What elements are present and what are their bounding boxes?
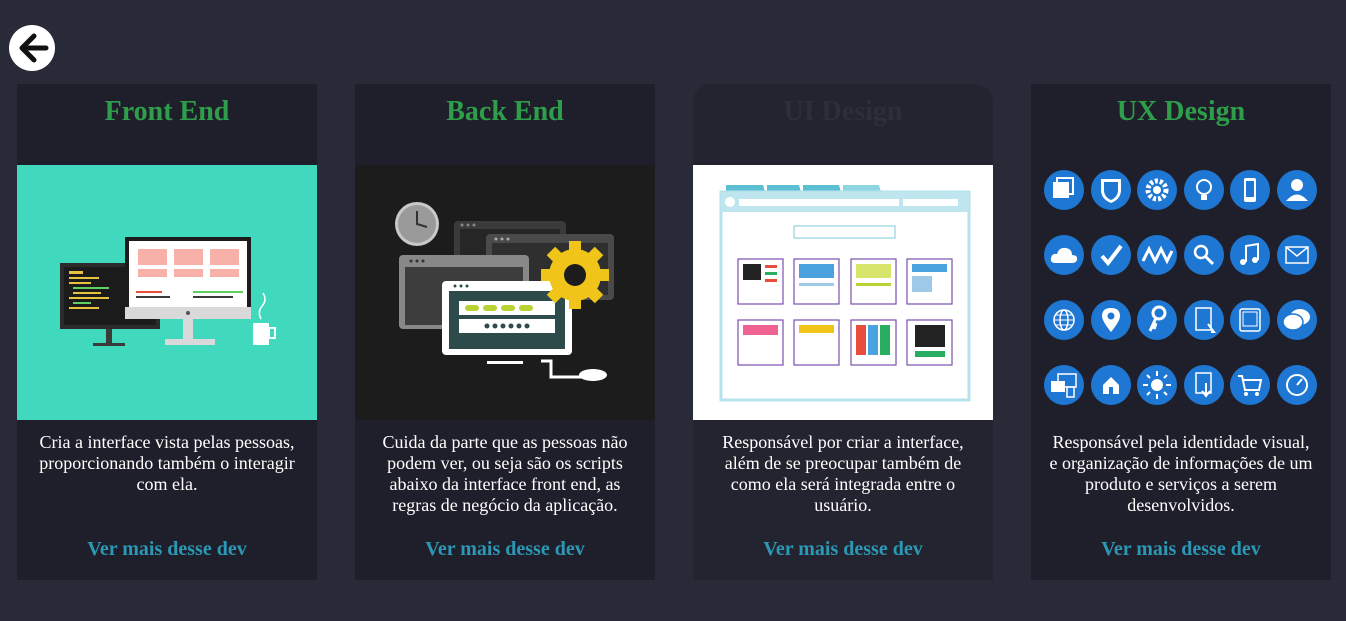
gear-icon: [1137, 170, 1178, 210]
devices-icon: [1044, 365, 1084, 405]
music-icon: [1230, 235, 1271, 275]
cart-icon: [1230, 365, 1271, 405]
download-icon: [1183, 365, 1224, 405]
card-ux-design: UX Design Responsável pela identidade vi…: [1031, 84, 1331, 580]
chat-icon: [1276, 300, 1317, 340]
card-description: Cuida da parte que as pessoas não podem …: [382, 432, 628, 515]
ux-design-illustration: [1031, 165, 1331, 420]
front-end-illustration: [17, 165, 317, 420]
back-button[interactable]: [9, 25, 55, 71]
card-title: UX Design: [1116, 96, 1246, 127]
card-description: Responsável por criar a interface, além …: [722, 432, 964, 515]
mail-icon: [1276, 235, 1317, 275]
see-more-link[interactable]: Ver mais desse dev: [1101, 538, 1260, 561]
clock-icon: [1276, 365, 1317, 405]
home-icon: [1090, 365, 1131, 405]
ux-icon-grid: [1044, 170, 1317, 405]
card-title: Back End: [446, 96, 564, 127]
arrow-left-icon: [19, 33, 49, 63]
search-icon: [1183, 235, 1224, 275]
see-more-link[interactable]: Ver mais desse dev: [763, 538, 922, 561]
back-end-illustration: [355, 165, 655, 420]
location-pin-icon: [1090, 300, 1131, 340]
shield-icon: [1090, 170, 1131, 210]
card-description: Responsável pela identidade visual, e or…: [1049, 432, 1313, 515]
phone-icon: [1230, 170, 1271, 210]
lightbulb-icon: [1183, 170, 1224, 210]
card-ui-design: UI Design Responsável por criar a interf…: [693, 84, 993, 580]
ui-design-illustration: [693, 165, 993, 420]
card-front-end: Front End Cria a interface vista pelas p…: [17, 84, 317, 580]
card-description: Cria a interface vista pelas pessoas, pr…: [39, 432, 295, 494]
see-more-link[interactable]: Ver mais desse dev: [87, 538, 246, 561]
sun-icon: [1137, 365, 1178, 405]
windows-icon: [1044, 170, 1084, 210]
dev-cards: Front End Cria a interface vista pelas p…: [17, 84, 1331, 580]
tablet-icon: [1230, 300, 1271, 340]
tablet-touch-icon: [1183, 300, 1224, 340]
see-more-link[interactable]: Ver mais desse dev: [425, 538, 584, 561]
card-back-end: Back End Cuida da parte que as pessoas n…: [355, 84, 655, 580]
cloud-icon: [1044, 235, 1084, 275]
user-icon: [1276, 170, 1317, 210]
key-icon: [1137, 300, 1178, 340]
card-title: Front End: [104, 96, 230, 127]
card-title: UI Design: [783, 96, 903, 127]
globe-icon: [1044, 300, 1084, 340]
chevron-logo-icon: [1137, 235, 1178, 275]
check-icon: [1090, 235, 1131, 275]
